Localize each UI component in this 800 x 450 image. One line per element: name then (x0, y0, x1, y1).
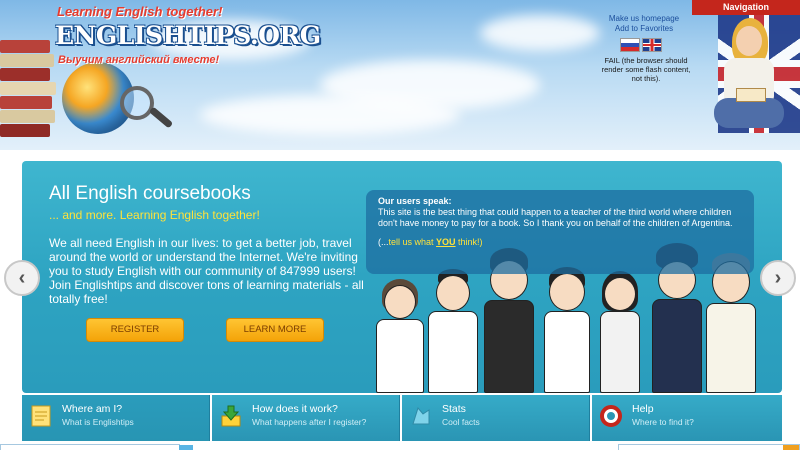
english-flag-icon[interactable] (642, 38, 662, 52)
testimonial-cta: (...tell us what YOU think!) (378, 237, 483, 247)
slide-subtitle: ... and more. Learning English together! (49, 208, 260, 222)
testimonial-title: Our users speak: (378, 196, 452, 206)
promo-slider: All English coursebooks ... and more. Le… (22, 161, 782, 393)
you-link[interactable]: YOU (436, 237, 456, 247)
testimonial-bubble: Our users speak: This site is the best t… (366, 190, 754, 274)
logo-tagline-bottom: Выучим английский вместе! (58, 54, 220, 66)
girl-reading-illustration (706, 18, 786, 136)
cloud-decoration (480, 15, 600, 51)
site-header: Learning English together! ENGLISHTIPS.O… (0, 0, 800, 150)
slide-body-text: We all need English in our lives: to get… (49, 236, 364, 306)
tab-title: Where am I? (62, 403, 123, 415)
learn-more-button[interactable]: LEARN MORE (226, 318, 324, 342)
login-input[interactable] (618, 444, 800, 450)
tab-help[interactable]: Help Where to find it? (592, 395, 782, 441)
testimonial-text: This site is the best thing that could h… (378, 207, 733, 228)
make-homepage-link[interactable]: Make us homepage (604, 14, 684, 24)
info-tabs: Where am I? What is Englishtips How does… (22, 395, 782, 441)
navigation-button[interactable]: Navigation (692, 0, 800, 15)
tab-how-does-it-work[interactable]: How does it work? What happens after I r… (212, 395, 400, 441)
tab-subtitle: What is Englishtips (62, 417, 134, 427)
tell-us-link[interactable]: tell us what (389, 237, 437, 247)
tab-title: Help (632, 403, 654, 415)
notepad-icon (31, 405, 51, 427)
tab-subtitle: Cool facts (442, 417, 480, 427)
language-flags (620, 38, 664, 56)
books-illustration (0, 20, 60, 140)
tab-subtitle: Where to find it? (632, 417, 694, 427)
lifebuoy-icon (600, 405, 622, 427)
russian-flag-icon[interactable] (620, 38, 640, 52)
add-favorites-link[interactable]: Add to Favorites (604, 24, 684, 34)
top-links: Make us homepage Add to Favorites (604, 14, 684, 34)
tab-title: How does it work? (252, 403, 338, 415)
cloud-decoration (200, 95, 460, 135)
flash-fail-message: FAIL (the browser should render some fla… (601, 56, 691, 83)
download-icon (221, 405, 241, 427)
tab-subtitle: What happens after I register? (252, 417, 367, 427)
slider-prev-arrow-icon[interactable]: ‹ (4, 260, 40, 296)
logo-tagline-top: Learning English together! (57, 4, 223, 19)
tab-stats[interactable]: Stats Cool facts (402, 395, 590, 441)
register-button[interactable]: REGISTER (86, 318, 184, 342)
site-logo[interactable]: ENGLISHTIPS.ORG (55, 21, 321, 50)
slider-next-arrow-icon[interactable]: › (760, 260, 796, 296)
magnifier-icon (120, 86, 154, 120)
slide-title: All English coursebooks (49, 183, 251, 204)
tab-title: Stats (442, 403, 466, 415)
tab-where-am-i[interactable]: Where am I? What is Englishtips (22, 395, 210, 441)
stats-icon (412, 406, 430, 425)
search-input[interactable] (0, 444, 193, 450)
